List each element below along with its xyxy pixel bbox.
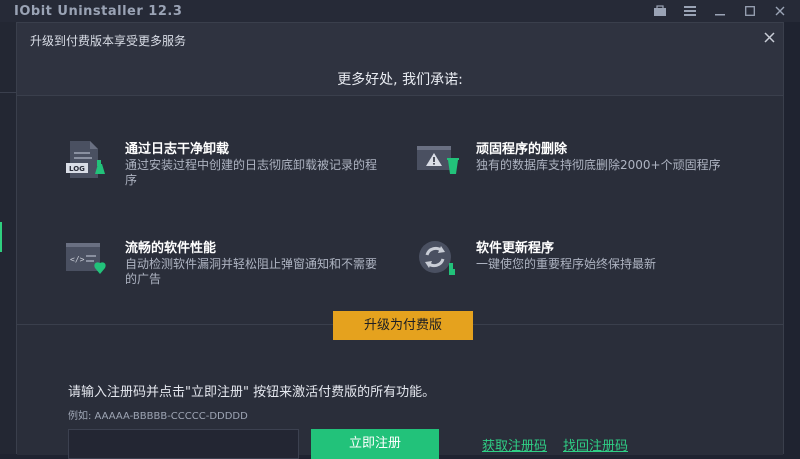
feature-title: 通过日志干净卸载 [125, 142, 230, 157]
maximize-icon[interactable] [742, 3, 758, 19]
feature-desc: 一键使您的重要程序始终保持最新 [476, 257, 657, 271]
recover-code-link[interactable]: 找回注册码 [563, 435, 628, 454]
feature-title: 流畅的软件性能 [125, 241, 217, 256]
dialog-close-icon[interactable] [761, 29, 777, 45]
toolbox-icon[interactable] [652, 3, 668, 19]
get-code-link[interactable]: 获取注册码 [482, 435, 547, 454]
update-refresh-icon [415, 237, 461, 283]
upgrade-dialog: 升级到付费版本享受更多服务 更多好处, 我们承诺: LOG 通过日志干净卸载 通… [16, 22, 784, 459]
sidebar-divider [0, 92, 16, 93]
warning-window-icon [415, 138, 461, 184]
feature-desc: 自动检测软件漏洞并轻松阻止弹窗通知和不需要的广告 [125, 257, 378, 286]
feature-desc: 通过安装过程中创建的日志彻底卸载被记录的程序 [125, 158, 378, 187]
window-close-icon[interactable] [772, 3, 788, 19]
benefits-heading: 更多好处, 我们承诺: [337, 72, 463, 88]
app-title: IObit Uninstaller 12.3 [14, 4, 183, 19]
window-controls [652, 0, 800, 22]
features-panel: LOG 通过日志干净卸载 通过安装过程中创建的日志彻底卸载被记录的程序 顽固程序… [17, 96, 783, 325]
registration-example: 例如: AAAAA-BBBBB-CCCCC-DDDDD [68, 411, 248, 422]
dialog-title: 升级到付费版本享受更多服务 [30, 34, 187, 48]
svg-text:</>: </> [70, 255, 85, 264]
registration-panel: 升级为付费版 请输入注册码并点击"立即注册" 按钮来激活付费版的所有功能。 例如… [17, 311, 783, 459]
log-icon-label: LOG [69, 165, 85, 173]
app-sidebar [0, 22, 16, 454]
minimize-icon[interactable] [712, 3, 728, 19]
code-window-shield-icon: </> [64, 237, 110, 283]
registration-prompt: 请输入注册码并点击"立即注册" 按钮来激活付费版的所有功能。 [68, 385, 436, 400]
sidebar-active-indicator [0, 222, 2, 252]
log-file-icon: LOG [64, 138, 110, 184]
feature-desc: 独有的数据库支持彻底删除2000+个顽固程序 [476, 158, 721, 172]
dialog-header: 升级到付费版本享受更多服务 更多好处, 我们承诺: [17, 23, 783, 96]
menu-icon[interactable] [682, 3, 698, 19]
feature-title: 顽固程序的删除 [476, 142, 568, 157]
license-code-input[interactable] [68, 429, 299, 459]
activate-button[interactable]: 立即注册 [311, 429, 439, 459]
upgrade-button[interactable]: 升级为付费版 [333, 311, 473, 340]
app-title-bar: IObit Uninstaller 12.3 [0, 0, 800, 22]
feature-title: 软件更新程序 [476, 241, 555, 256]
